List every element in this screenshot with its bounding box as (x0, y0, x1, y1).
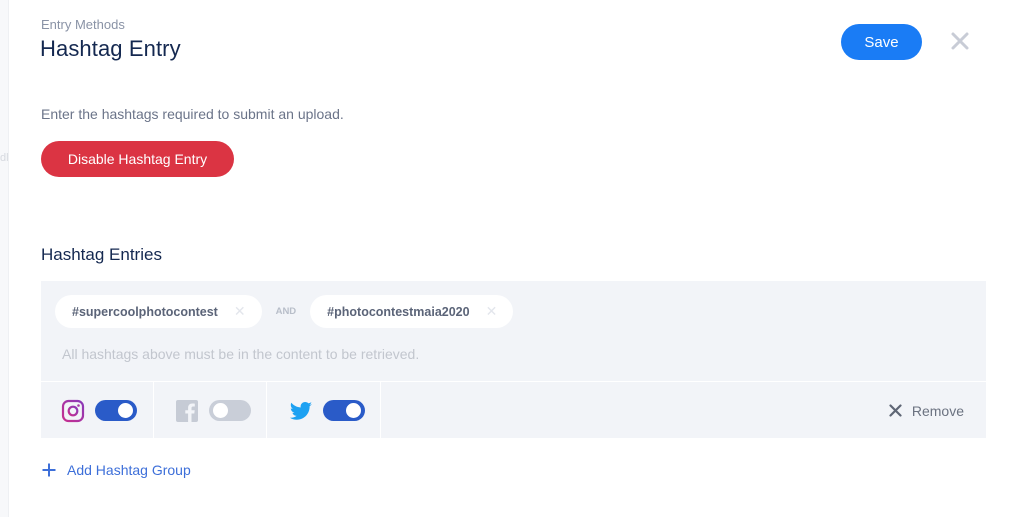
tags-row: #supercoolphotocontest ✕ AND #photoconte… (55, 295, 514, 328)
section-title: Hashtag Entries (41, 245, 162, 264)
twitter-icon (289, 399, 313, 423)
sidebar-edge: dl (0, 0, 9, 517)
twitter-toggle[interactable] (323, 400, 365, 421)
instagram-toggle[interactable] (95, 400, 137, 421)
save-button[interactable]: Save (841, 24, 922, 60)
add-group-label: Add Hashtag Group (67, 462, 191, 478)
toggle-knob (346, 403, 361, 418)
toggle-knob (118, 403, 133, 418)
disable-hashtag-entry-button[interactable]: Disable Hashtag Entry (41, 141, 234, 177)
and-connector: AND (275, 306, 297, 317)
network-twitter (267, 382, 381, 439)
remove-group-button[interactable]: Remove (889, 382, 964, 439)
add-hashtag-group-button[interactable]: Add Hashtag Group (42, 462, 191, 478)
networks-row: Remove (41, 381, 986, 439)
hashtag-group: #supercoolphotocontest ✕ AND #photoconte… (41, 281, 986, 439)
breadcrumb: Entry Methods (41, 17, 125, 32)
hint-text: All hashtags above must be in the conten… (62, 346, 420, 362)
sidebar-ghost-text: dl (0, 152, 9, 164)
remove-label: Remove (911, 402, 964, 419)
network-instagram (41, 382, 154, 439)
description: Enter the hashtags required to submit an… (41, 106, 344, 122)
close-icon (889, 404, 902, 417)
facebook-icon (175, 399, 199, 423)
page-title: Hashtag Entry (40, 36, 181, 61)
remove-tag-icon[interactable]: ✕ (234, 303, 246, 320)
hashtag-chip[interactable]: #supercoolphotocontest ✕ (55, 295, 262, 328)
network-facebook (154, 382, 267, 439)
remove-tag-icon[interactable]: ✕ (486, 303, 498, 320)
close-icon[interactable] (948, 29, 972, 53)
hashtag-label: #supercoolphotocontest (72, 304, 218, 319)
instagram-icon (61, 399, 85, 423)
toggle-knob (213, 403, 228, 418)
hashtag-chip[interactable]: #photocontestmaia2020 ✕ (310, 295, 514, 328)
plus-icon (42, 463, 56, 477)
facebook-toggle[interactable] (209, 400, 251, 421)
hashtag-label: #photocontestmaia2020 (327, 304, 470, 319)
